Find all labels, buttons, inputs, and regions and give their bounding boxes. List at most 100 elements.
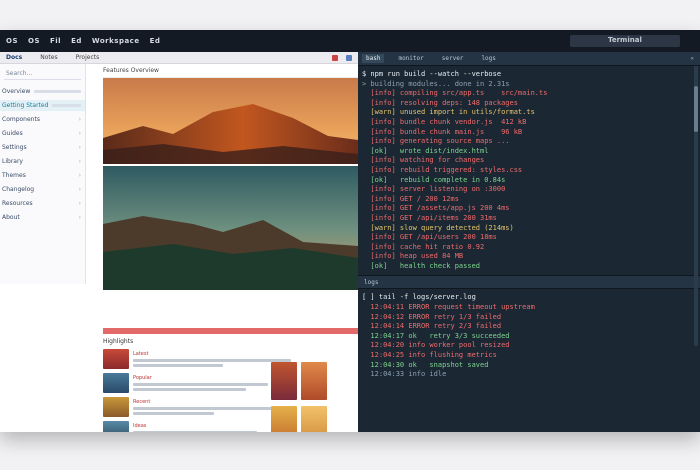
terminal-line: [info] GET /assets/app.js 200 4ms: [362, 204, 510, 213]
menu-item-os-2[interactable]: OS: [28, 37, 40, 45]
sidebar-item-label: Changelog: [2, 186, 35, 193]
sidebar-item-label: Library: [2, 158, 23, 165]
menu-item-file[interactable]: Fil: [50, 37, 61, 45]
sidebar-item-label: Themes: [2, 172, 26, 179]
terminal-line: [info] bundle chunk vendor.js 412 kB: [362, 117, 527, 126]
sidebar-item[interactable]: Settings ›: [0, 142, 85, 153]
terminal-line: [info] rebuild triggered: styles.css: [362, 165, 523, 174]
sidebar-item-bar: [34, 90, 81, 93]
terminal-output-top: $ npm run build --watch --verbose > build…: [358, 66, 700, 271]
gallery-image[interactable]: [271, 362, 297, 400]
terminal-line: 12:04:20 info worker pool resized: [362, 341, 510, 350]
image-gallery: [270, 360, 358, 432]
terminal-indicator[interactable]: Terminal: [570, 35, 680, 47]
terminal-tab-logs[interactable]: logs: [477, 54, 499, 63]
terminal-line: [info] compiling src/app.ts src/main.ts: [362, 89, 548, 98]
sidebar-item[interactable]: Resources ›: [0, 198, 85, 209]
menu-item-os[interactable]: OS: [6, 37, 18, 45]
browser-tab-docs[interactable]: Docs: [6, 54, 22, 61]
terminal-line: [warn] slow query detected (214ms): [362, 223, 514, 232]
sidebar-item[interactable]: About ›: [0, 212, 85, 223]
thumbnail-image: [103, 349, 129, 369]
sidebar-item-label: Settings: [2, 144, 27, 151]
chevron-right-icon: ›: [78, 158, 81, 165]
thumbnail-image: [103, 397, 129, 417]
terminal-line: [info] GET /api/items 200 31ms: [362, 213, 497, 222]
terminal-split-bar: logs: [358, 275, 700, 290]
terminal-line: [info] cache hit ratio 0.92: [362, 242, 485, 251]
gallery-image[interactable]: [271, 406, 297, 432]
terminal-indicator-label: Terminal: [608, 36, 642, 44]
sidebar-item-label: About: [2, 214, 20, 221]
terminal-line: [info] generating source maps ...: [362, 137, 510, 146]
terminal-line: [info] server listening on :3000: [362, 185, 506, 194]
menu-item-edit[interactable]: Ed: [71, 37, 82, 45]
sidebar-item[interactable]: Changelog ›: [0, 184, 85, 195]
sidebar-item[interactable]: Library ›: [0, 156, 85, 167]
terminal-line: 12:04:11 ERROR request timeout upstream: [362, 303, 535, 312]
terminal-line: [ok] rebuild complete in 0.84s: [362, 175, 506, 184]
browser-tab-bar: Docs Notes Projects: [0, 52, 358, 64]
sidebar-item-active[interactable]: Getting Started: [0, 100, 85, 111]
terminal-line: [info] resolving deps: 148 packages: [362, 98, 518, 107]
terminal-line: 12:04:17 ok retry 3/3 succeeded: [362, 331, 510, 340]
terminal-line: [info] bundle chunk main.js 96 kB: [362, 127, 523, 136]
app-window: OS OS Fil Ed Workspace Ed Terminal Docs …: [0, 30, 700, 432]
terminal-tab-bar: bash monitor server logs ✕: [358, 52, 700, 66]
chevron-right-icon: ›: [78, 144, 81, 151]
chevron-right-icon: ›: [78, 186, 81, 193]
menu-item-edit-2[interactable]: Ed: [150, 37, 161, 45]
terminal-line: $ npm run build --watch --verbose: [362, 70, 502, 78]
terminal-line: > building modules... done in 2.31s: [362, 79, 510, 88]
sidebar-item[interactable]: Guides ›: [0, 128, 85, 139]
chevron-right-icon: ›: [78, 116, 81, 123]
sidebar-item-label: Resources: [2, 200, 33, 207]
terminal-line: 12:04:30 ok snapshot saved: [362, 360, 489, 369]
terminal-pane: bash monitor server logs ✕ $ npm run bui…: [358, 52, 700, 432]
terminal-line: 12:04:33 info idle: [362, 370, 447, 379]
menu-item-workspace[interactable]: Workspace: [92, 37, 140, 45]
news-header-bar: [103, 328, 358, 334]
terminal-scrollbar[interactable]: [694, 66, 698, 346]
gallery-image[interactable]: [301, 362, 328, 400]
hero-image-sunset-mountain: [103, 78, 358, 164]
bookmark-icon[interactable]: [346, 54, 352, 61]
terminal-tab-bash[interactable]: bash: [362, 54, 385, 63]
terminal-split-tab[interactable]: logs: [364, 279, 378, 286]
terminal-output-bottom: [ ] tail -f logs/server.log 12:04:11 ERR…: [358, 289, 700, 379]
gallery-image[interactable]: [301, 406, 328, 432]
menu-bar: OS OS Fil Ed Workspace Ed: [0, 37, 160, 45]
sidebar-item[interactable]: Overview: [0, 86, 85, 97]
close-icon[interactable]: [332, 54, 338, 61]
sidebar-item[interactable]: Themes ›: [0, 170, 85, 181]
thumbnail-image: [103, 421, 129, 432]
browser-pane: Docs Notes Projects Search... Overview G…: [0, 52, 358, 432]
terminal-line: [info] watching for changes: [362, 156, 485, 165]
browser-tab-icons: [332, 54, 358, 61]
sidebar-item-label: Components: [2, 116, 40, 123]
close-icon[interactable]: ✕: [690, 55, 700, 62]
browser-tab-projects[interactable]: Projects: [76, 54, 100, 61]
sidebar-item-label: Getting Started: [2, 102, 49, 109]
docs-sidebar: Search... Overview Getting Started Compo…: [0, 64, 86, 284]
sidebar-search-input[interactable]: Search...: [4, 70, 81, 80]
terminal-line: [warn] unused import in utils/format.ts: [362, 108, 535, 117]
chevron-right-icon: ›: [78, 200, 81, 207]
chevron-right-icon: ›: [78, 172, 81, 179]
terminal-line: [info] GET / 200 12ms: [362, 194, 459, 203]
sidebar-item-label: Overview: [2, 88, 31, 95]
terminal-line: [ok] wrote dist/index.html: [362, 146, 489, 155]
browser-tab-notes[interactable]: Notes: [40, 54, 57, 61]
terminal-line: [ ] tail -f logs/server.log: [362, 293, 476, 302]
terminal-line: [ok] health check passed: [362, 261, 481, 270]
sidebar-item[interactable]: Components ›: [0, 114, 85, 125]
scrollbar-thumb[interactable]: [694, 86, 698, 132]
chevron-right-icon: ›: [78, 214, 81, 221]
top-menubar: OS OS Fil Ed Workspace Ed Terminal: [0, 30, 700, 52]
sidebar-item-bar: [52, 104, 81, 107]
terminal-tab-monitor[interactable]: monitor: [394, 54, 427, 63]
terminal-tab-server[interactable]: server: [438, 54, 468, 63]
sidebar-item-label: Guides: [2, 130, 23, 137]
list-item-title: Latest: [133, 351, 149, 357]
thumbnail-image: [103, 373, 129, 393]
